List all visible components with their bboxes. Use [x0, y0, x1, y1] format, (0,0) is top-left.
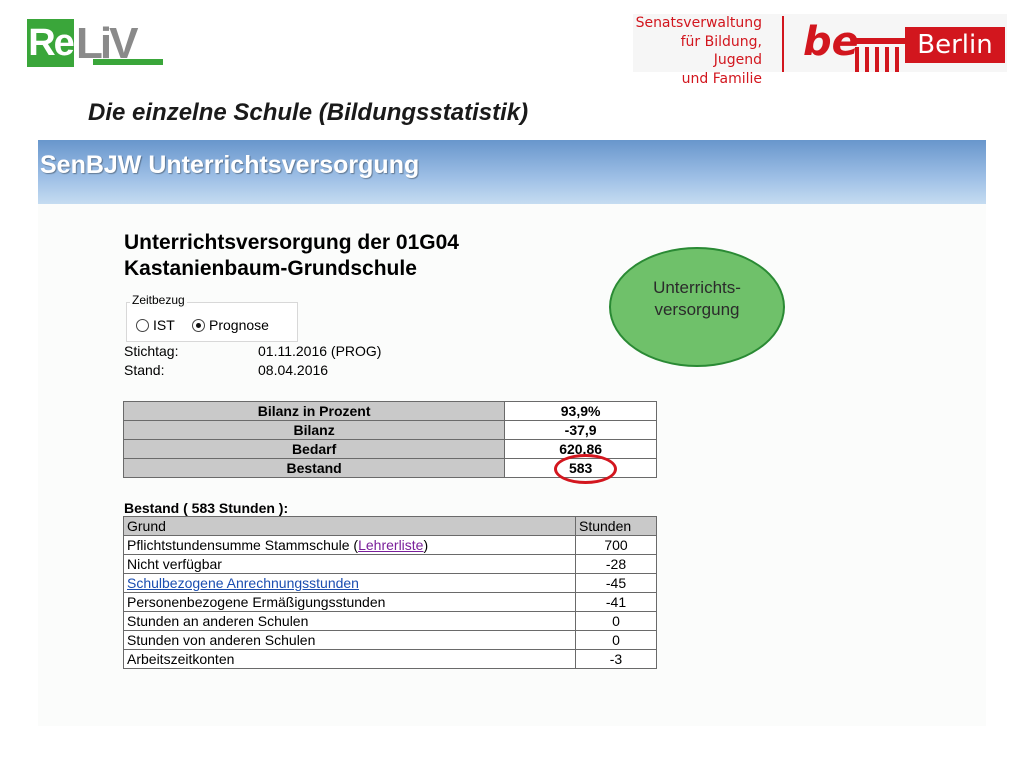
senat-line-3: und Familie: [681, 70, 762, 87]
bestand-grund: Stunden an anderen Schulen: [123, 611, 576, 631]
bestand-grund-text-end: ): [423, 537, 429, 553]
bilanz-value: 93,9%: [504, 401, 657, 421]
reliv-logo-bar: [93, 59, 163, 65]
stand-value: 08.04.2016: [258, 362, 329, 378]
bestand-stunden: -28: [575, 554, 657, 574]
table-row: Schulbezogene Anrechnungsstunden -45: [123, 573, 657, 593]
table-row: Bilanz -37,9: [122, 420, 657, 440]
bestand-grund-text: Pflichtstundensumme Stammschule (: [127, 537, 359, 553]
app-screenshot: SenBJW Unterrichtsversorgung Unterrichts…: [38, 140, 986, 726]
bilanz-label: Bestand: [122, 458, 506, 478]
radio-prognose-label: Prognose: [209, 317, 269, 333]
bestand-grund: Personenbezogene Ermäßigungsstunden: [123, 592, 576, 612]
senat-line-2: für Bildung, Jugend: [680, 33, 762, 69]
school-title: Unterrichtsversorgung der 01G04 Kastanie…: [124, 230, 459, 282]
bestand-grund: Pflichtstundensumme Stammschule (Lehrerl…: [123, 535, 576, 555]
senat-logo: Senatsverwaltung für Bildung, Jugend und…: [633, 14, 1007, 87]
column-header-grund: Grund: [123, 516, 576, 536]
column-header-stunden: Stunden: [575, 516, 657, 536]
app-header-title: SenBJW Unterrichtsversorgung: [40, 151, 420, 179]
table-row: Bilanz in Prozent 93,9%: [122, 401, 657, 421]
table-row: Arbeitszeitkonten -3: [123, 649, 657, 669]
callout-ellipse: Unterrichts- versorgung: [609, 247, 785, 367]
callout-line2: versorgung: [654, 300, 740, 319]
senat-logo-divider: [782, 16, 784, 72]
table-row: Personenbezogene Ermäßigungsstunden -41: [123, 592, 657, 612]
school-title-line2: Kastanienbaum-Grundschule: [124, 257, 417, 280]
radio-prognose[interactable]: Prognose: [192, 317, 269, 333]
bestand-stunden: -3: [575, 649, 657, 669]
bestand-caption: Bestand ( 583 Stunden ):: [124, 500, 289, 516]
bestand-grund: Nicht verfügbar: [123, 554, 576, 574]
callout-line1: Unterrichts-: [653, 278, 741, 297]
radio-ist-label: IST: [153, 317, 175, 333]
bestand-stunden: 0: [575, 611, 657, 631]
radio-ist-circle[interactable]: [136, 318, 149, 332]
table-row: Stunden von anderen Schulen 0: [123, 630, 657, 650]
bestand-grund: Schulbezogene Anrechnungsstunden: [123, 573, 576, 593]
app-header-bar: SenBJW Unterrichtsversorgung: [38, 140, 986, 204]
senat-line-1: Senatsverwaltung: [635, 15, 762, 31]
brandenburg-gate-icon: [851, 38, 907, 72]
table-row: Stunden an anderen Schulen 0: [123, 611, 657, 631]
reliv-logo-re: Re: [27, 19, 75, 67]
table-row: Nicht verfügbar -28: [123, 554, 657, 574]
bestand-grund: Arbeitszeitkonten: [123, 649, 576, 669]
stichtag-value: 01.11.2016 (PROG): [258, 343, 382, 359]
schulbezogene-anrechnungsstunden-link[interactable]: Schulbezogene Anrechnungsstunden: [127, 575, 359, 591]
bilanz-label: Bilanz: [122, 420, 506, 440]
highlight-circle: [554, 454, 617, 484]
zeitbezug-legend: Zeitbezug: [130, 293, 187, 307]
bestand-stunden: -41: [575, 592, 657, 612]
lehrerliste-link[interactable]: Lehrerliste: [358, 537, 423, 553]
school-title-line1: Unterrichtsversorgung der 01G04: [124, 231, 459, 254]
bilanz-label: Bilanz in Prozent: [122, 401, 506, 421]
bestand-stunden: 0: [575, 630, 657, 650]
senat-logo-text: Senatsverwaltung für Bildung, Jugend und…: [633, 14, 762, 88]
bestand-stunden: 700: [575, 535, 657, 555]
stichtag-label: Stichtag:: [124, 343, 179, 359]
bestand-grund: Stunden von anderen Schulen: [123, 630, 576, 650]
bestand-stunden: -45: [575, 573, 657, 593]
berlin-wordmark: Berlin: [905, 27, 1005, 63]
reliv-logo: Re LiV: [27, 19, 165, 68]
table-header-row: Grund Stunden: [123, 516, 657, 536]
stand-label: Stand:: [124, 362, 165, 378]
bilanz-value: -37,9: [504, 420, 657, 440]
bestand-table: Grund Stunden Pflichtstundensumme Stamms…: [123, 516, 657, 669]
radio-ist[interactable]: IST: [136, 317, 175, 333]
bilanz-label: Bedarf: [122, 439, 506, 459]
radio-prognose-circle[interactable]: [192, 318, 205, 332]
table-row: Pflichtstundensumme Stammschule (Lehrerl…: [123, 535, 657, 555]
slide-title: Die einzelne Schule (Bildungsstatistik): [88, 99, 529, 126]
